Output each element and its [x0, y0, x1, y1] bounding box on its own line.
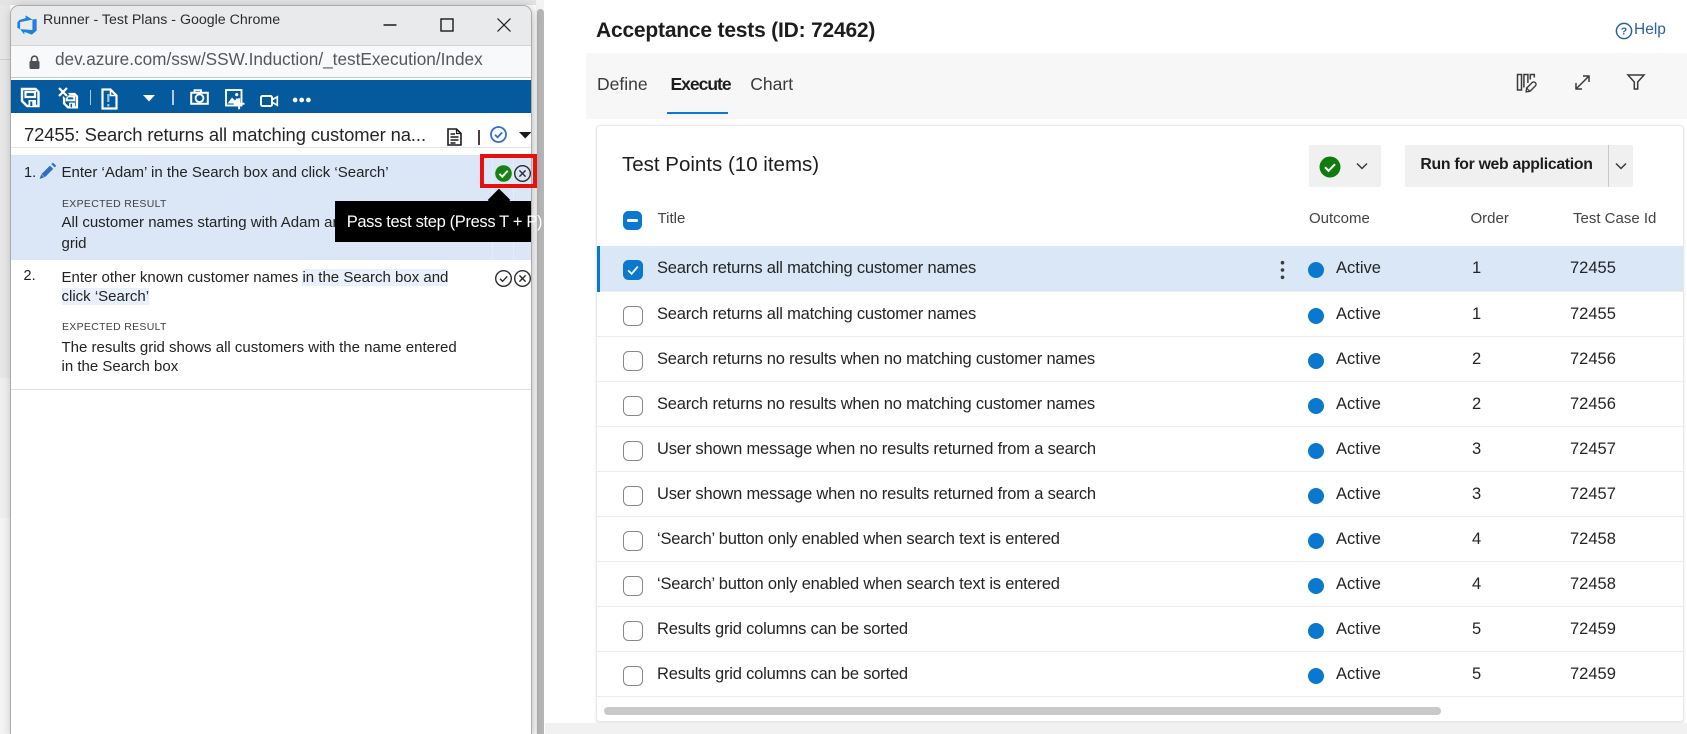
svg-text:?: ?: [1621, 26, 1627, 38]
